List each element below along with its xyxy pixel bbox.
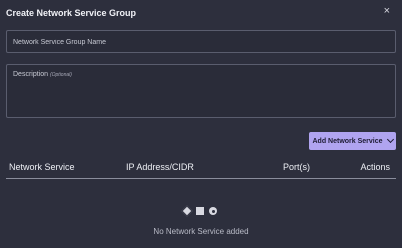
- column-network-service: Network Service: [9, 162, 75, 172]
- group-name-field[interactable]: [6, 30, 396, 53]
- diamond-icon: [181, 205, 193, 217]
- circle-icon: [209, 207, 217, 215]
- add-network-service-button[interactable]: Add Network Service: [309, 132, 396, 150]
- add-network-service-label: Add Network Service: [312, 137, 383, 145]
- description-label: Description (Optional): [13, 71, 72, 78]
- dialog-title: Create Network Service Group: [6, 8, 137, 18]
- description-field[interactable]: Description (Optional): [6, 64, 396, 118]
- empty-state-text: No Network Service added: [153, 227, 249, 236]
- square-icon: [196, 207, 204, 215]
- column-actions: Actions: [360, 162, 390, 172]
- table-header: Network Service IP Address/CIDR Port(s) …: [6, 160, 396, 179]
- empty-state-icons: [181, 205, 217, 217]
- optional-hint: (Optional): [49, 72, 72, 78]
- close-icon[interactable]: ×: [384, 5, 390, 17]
- description-label-text: Description: [13, 71, 49, 78]
- group-name-input[interactable]: [7, 32, 395, 53]
- column-ports: Port(s): [283, 162, 310, 172]
- column-ip-address: IP Address/CIDR: [126, 162, 194, 172]
- chevron-down-icon: [386, 135, 394, 144]
